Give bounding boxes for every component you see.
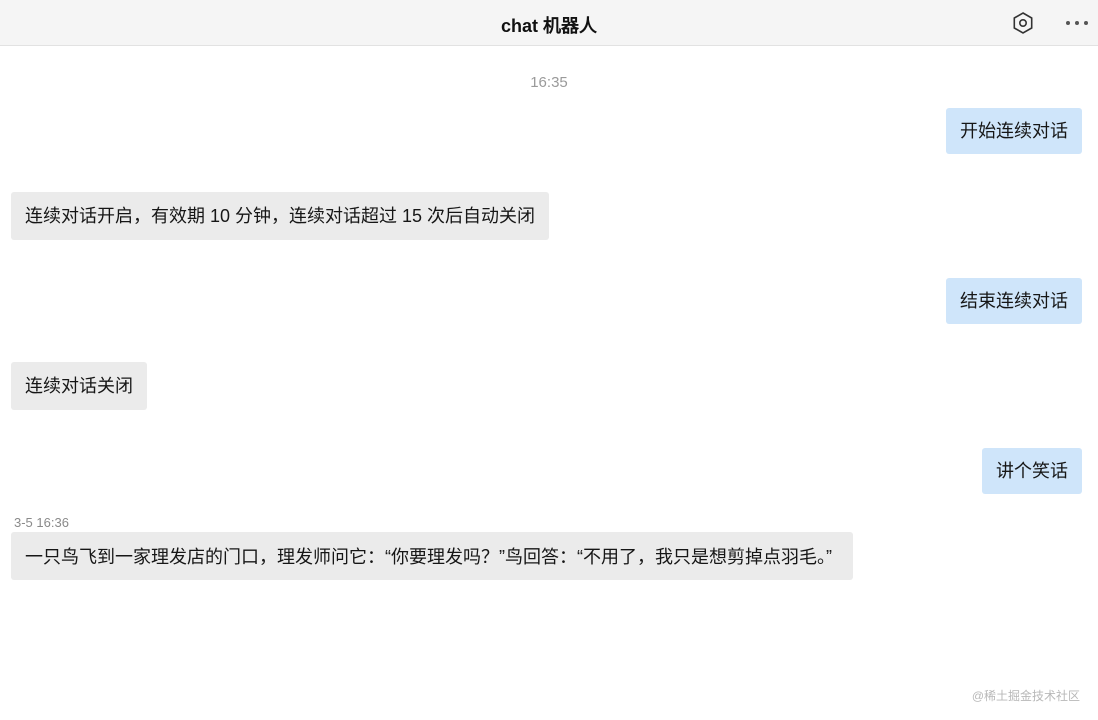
chat-window: chat 机器人 16:35 开始连续对话 连续对话开启，有效期 10 分钟，连…	[0, 0, 1098, 720]
more-options-icon[interactable]	[1064, 10, 1090, 36]
bot-message[interactable]: 连续对话开启，有效期 10 分钟，连续对话超过 15 次后自动关闭	[11, 192, 550, 240]
header-bar: chat 机器人	[0, 0, 1098, 46]
user-message[interactable]: 开始连续对话	[946, 108, 1082, 154]
bot-message[interactable]: 连续对话关闭	[11, 362, 147, 410]
message-list[interactable]: 16:35 开始连续对话 连续对话开启，有效期 10 分钟，连续对话超过 15 …	[0, 46, 1098, 720]
watermark: @稀土掘金技术社区	[971, 689, 1080, 703]
message-timestamp: 16:35	[530, 74, 568, 91]
message-timestamp: 3-5 16:36	[14, 515, 69, 530]
bot-message[interactable]: 一只鸟飞到一家理发店的门口，理发师问它：“你要理发吗？”鸟回答：“不用了，我只是…	[11, 532, 853, 580]
user-message[interactable]: 讲个笑话	[982, 448, 1082, 494]
chat-title: chat 机器人	[500, 16, 597, 36]
settings-icon[interactable]	[1010, 10, 1036, 36]
user-message[interactable]: 结束连续对话	[946, 278, 1082, 324]
